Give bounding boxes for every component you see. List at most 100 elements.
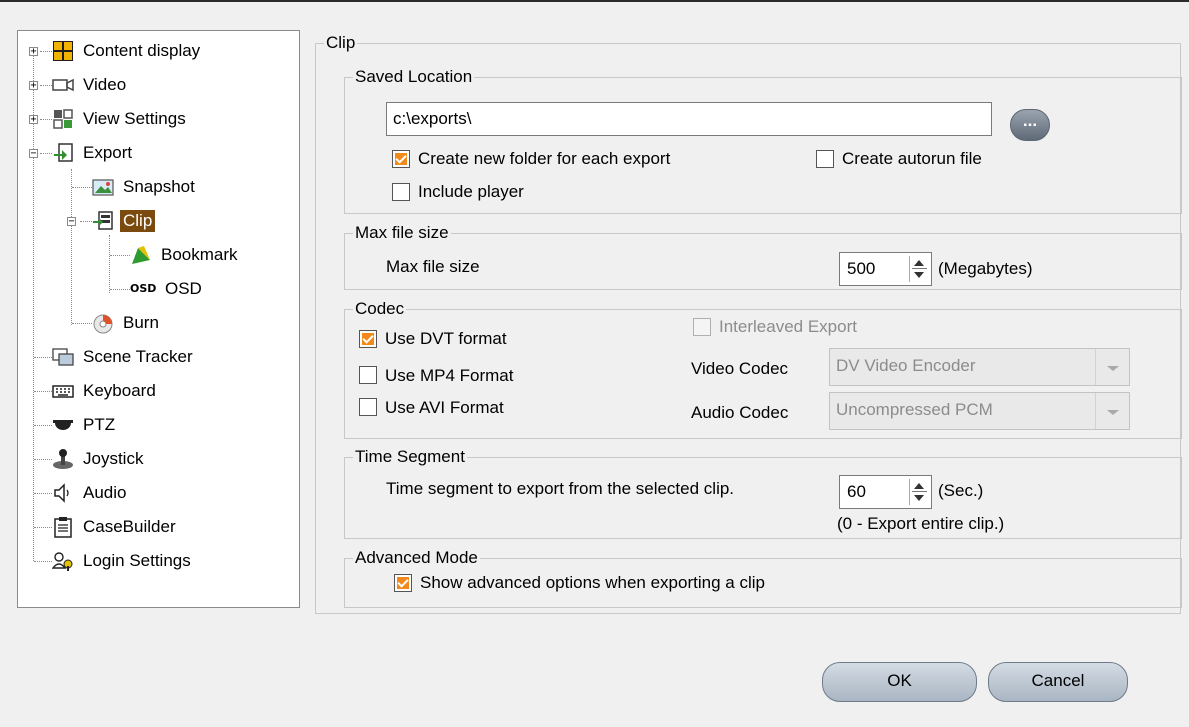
- collapse-export[interactable]: −: [29, 149, 38, 159]
- include-player-checkbox[interactable]: [392, 183, 410, 201]
- tree-line: [71, 169, 72, 325]
- use-avi-checkbox[interactable]: [359, 398, 377, 416]
- tree-item-joystick[interactable]: Joystick: [52, 446, 146, 472]
- tree-item-label: Keyboard: [83, 381, 156, 400]
- saved-location-title: Saved Location: [353, 67, 475, 87]
- create-autorun-label: Create autorun file: [842, 149, 982, 168]
- video-codec-select[interactable]: DV Video Encoder: [829, 348, 1130, 386]
- scene-tracker-icon: [52, 346, 74, 368]
- tree-line: [34, 357, 52, 358]
- time-segment-spinner[interactable]: 60: [839, 475, 932, 509]
- tree-item-view-settings[interactable]: View Settings: [52, 106, 189, 132]
- camera-icon: [52, 74, 74, 96]
- use-avi-label: Use AVI Format: [385, 398, 504, 417]
- browse-button[interactable]: ...: [1010, 109, 1050, 141]
- tree-item-audio[interactable]: Audio: [52, 480, 129, 506]
- max-file-size-title: Max file size: [353, 223, 451, 243]
- saved-location-path-input[interactable]: c:\exports\: [386, 102, 992, 136]
- burn-icon: [92, 312, 114, 334]
- tree-line: [40, 51, 52, 52]
- tree-item-login-settings[interactable]: Login Settings: [51, 548, 194, 574]
- tree-line: [33, 51, 34, 561]
- use-mp4-checkbox[interactable]: [359, 366, 377, 384]
- tree-item-osd[interactable]: OSD OSD: [130, 276, 205, 302]
- collapse-clip[interactable]: −: [67, 217, 76, 227]
- tree-line: [80, 221, 92, 222]
- ptz-icon: [52, 414, 74, 436]
- tree-line: [34, 391, 52, 392]
- tree-line: [72, 187, 92, 188]
- tree-item-label: OSD: [165, 279, 202, 298]
- create-folder-label: Create new folder for each export: [418, 149, 671, 168]
- expand-video[interactable]: +: [29, 81, 38, 91]
- tree-item-video[interactable]: Video: [52, 72, 129, 98]
- time-segment-title: Time Segment: [353, 447, 467, 467]
- tree-line: [110, 255, 130, 256]
- tree-item-export[interactable]: Export: [52, 140, 135, 166]
- settings-tree[interactable]: + + + − − Content display Video View Set…: [17, 30, 300, 608]
- clip-group-title: Clip: [324, 33, 358, 53]
- export-icon: [52, 142, 74, 164]
- audio-codec-value: Uncompressed PCM: [836, 400, 993, 419]
- tree-item-label: Audio: [83, 483, 127, 502]
- snapshot-icon: [92, 176, 114, 198]
- max-file-size-spinner[interactable]: 500: [839, 252, 932, 286]
- login-settings-icon: [51, 550, 74, 572]
- create-autorun-checkbox[interactable]: [816, 150, 834, 168]
- tree-item-label: CaseBuilder: [83, 517, 176, 536]
- max-file-size-unit: (Megabytes): [938, 259, 1033, 278]
- tree-item-snapshot[interactable]: Snapshot: [92, 174, 198, 200]
- time-segment-hint: (0 - Export entire clip.): [837, 514, 1005, 533]
- use-dvt-label: Use DVT format: [385, 329, 507, 348]
- tree-item-label: Bookmark: [161, 245, 238, 264]
- tree-item-label: Joystick: [83, 449, 144, 468]
- ok-button[interactable]: OK: [822, 662, 977, 702]
- tree-item-scene-tracker[interactable]: Scene Tracker: [52, 344, 196, 370]
- chevron-down-icon[interactable]: [1095, 349, 1129, 385]
- tree-item-label: View Settings: [83, 109, 186, 128]
- tree-item-clip[interactable]: Clip: [92, 208, 156, 234]
- tree-item-keyboard[interactable]: Keyboard: [52, 378, 159, 404]
- audio-codec-label: Audio Codec: [691, 403, 789, 422]
- tree-line: [109, 235, 110, 293]
- advanced-mode-title: Advanced Mode: [353, 548, 480, 568]
- audio-codec-select[interactable]: Uncompressed PCM: [829, 392, 1130, 430]
- joystick-icon: [52, 448, 74, 470]
- tree-line: [34, 493, 52, 494]
- grid-icon: [52, 40, 74, 62]
- show-advanced-checkbox[interactable]: [394, 574, 412, 592]
- interleaved-export-checkbox[interactable]: [693, 318, 711, 336]
- keyboard-icon: [52, 380, 74, 402]
- tree-item-content-display[interactable]: Content display: [52, 38, 203, 64]
- view-settings-icon: [52, 108, 74, 130]
- tree-line: [40, 153, 52, 154]
- chevron-down-icon[interactable]: [1095, 393, 1129, 429]
- clip-icon: [92, 210, 114, 232]
- interleaved-export-label: Interleaved Export: [719, 317, 857, 336]
- spinner-arrows[interactable]: [909, 256, 929, 282]
- expand-view-settings[interactable]: +: [29, 115, 38, 125]
- tree-item-burn[interactable]: Burn: [92, 310, 162, 336]
- video-codec-label: Video Codec: [691, 359, 789, 378]
- tree-item-bookmark[interactable]: Bookmark: [130, 242, 241, 268]
- osd-icon: OSD: [130, 282, 157, 295]
- tree-item-label: Content display: [83, 41, 201, 60]
- tree-item-casebuilder[interactable]: CaseBuilder: [52, 514, 179, 540]
- show-advanced-label: Show advanced options when exporting a c…: [420, 573, 765, 592]
- time-segment-unit: (Sec.): [938, 481, 984, 500]
- max-file-size-value: 500: [847, 259, 876, 278]
- tree-item-label: PTZ: [83, 415, 116, 434]
- tree-item-label: Clip: [120, 210, 156, 232]
- expand-content-display[interactable]: +: [29, 47, 38, 57]
- tree-item-label: Scene Tracker: [83, 347, 193, 366]
- video-codec-value: DV Video Encoder: [836, 356, 976, 375]
- time-segment-value: 60: [847, 482, 866, 501]
- tree-item-ptz[interactable]: PTZ: [52, 412, 118, 438]
- time-segment-label: Time segment to export from the selected…: [386, 479, 735, 498]
- bookmark-icon: [130, 244, 152, 266]
- cancel-button[interactable]: Cancel: [988, 662, 1128, 702]
- tree-line: [40, 85, 52, 86]
- use-dvt-checkbox[interactable]: [359, 330, 377, 348]
- create-folder-checkbox[interactable]: [392, 150, 410, 168]
- spinner-arrows[interactable]: [909, 479, 929, 505]
